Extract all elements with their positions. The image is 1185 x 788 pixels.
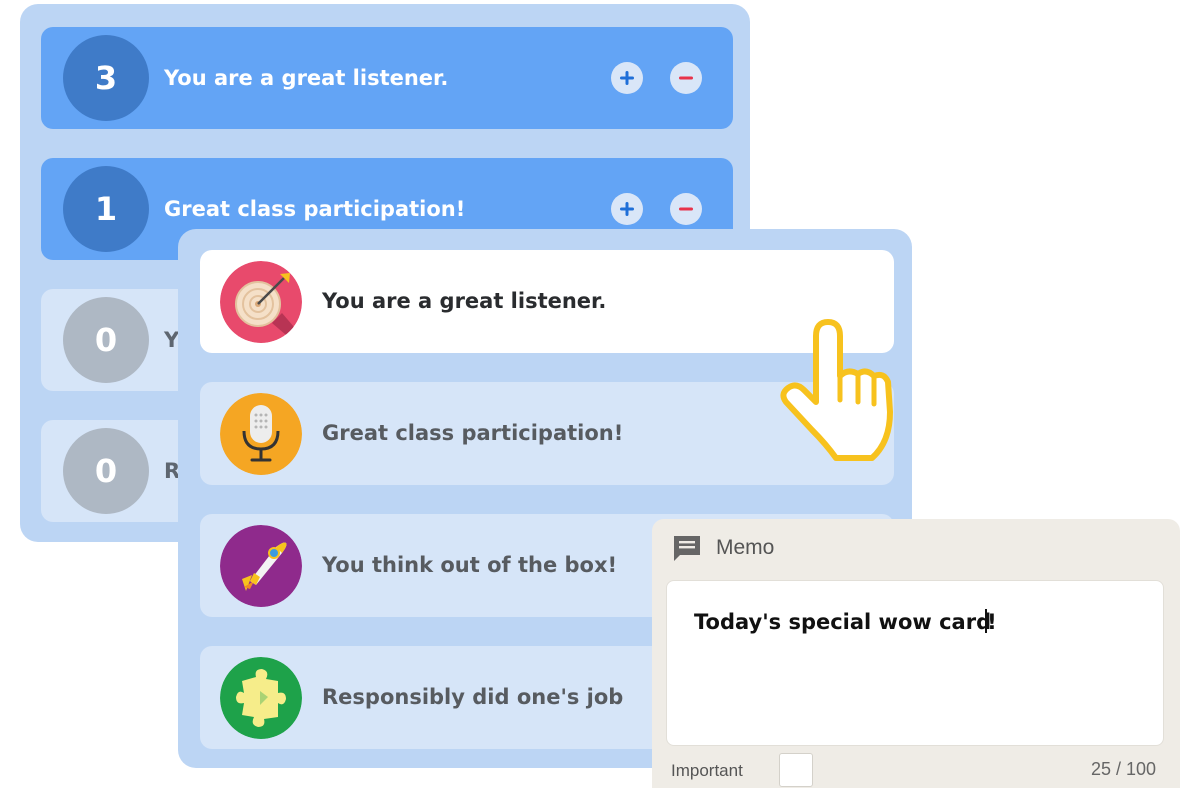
decrement-button[interactable]: [670, 193, 702, 225]
minus-icon: [679, 76, 693, 80]
puzzle-icon: [220, 657, 302, 739]
card-label: You think out of the box!: [322, 553, 618, 577]
microphone-icon: [220, 393, 302, 475]
card-label: Great class participation!: [322, 421, 624, 445]
target-icon: [220, 261, 302, 343]
score-label: Y: [164, 328, 180, 352]
memo-title: Memo: [716, 536, 775, 559]
rocket-icon: [220, 525, 302, 607]
score-row[interactable]: 3 You are a great listener.: [41, 27, 733, 129]
memo-textarea[interactable]: Today's special wow card!: [666, 580, 1164, 746]
score-count: 3: [63, 35, 149, 121]
memo-icon: [674, 536, 700, 561]
memo-text: Today's special wow card!: [694, 609, 997, 634]
memo-header: Memo: [672, 533, 774, 563]
hand-pointer-icon: [780, 319, 893, 461]
plus-icon: [620, 71, 634, 85]
score-count: 1: [63, 166, 149, 252]
card-label: Responsibly did one's job: [322, 685, 624, 709]
important-label: Important: [671, 761, 743, 780]
memo-panel: Memo Today's special wow card! Important…: [652, 519, 1180, 788]
score-count: 0: [63, 297, 149, 383]
increment-button[interactable]: [611, 62, 643, 94]
important-checkbox[interactable]: [779, 753, 813, 787]
character-count: 25 / 100: [1090, 759, 1156, 779]
score-count: 0: [63, 428, 149, 514]
score-label: You are a great listener.: [164, 66, 449, 90]
decrement-button[interactable]: [670, 62, 702, 94]
increment-button[interactable]: [611, 193, 643, 225]
card-label: You are a great listener.: [322, 289, 607, 313]
plus-icon: [620, 202, 634, 216]
minus-icon: [679, 207, 693, 211]
